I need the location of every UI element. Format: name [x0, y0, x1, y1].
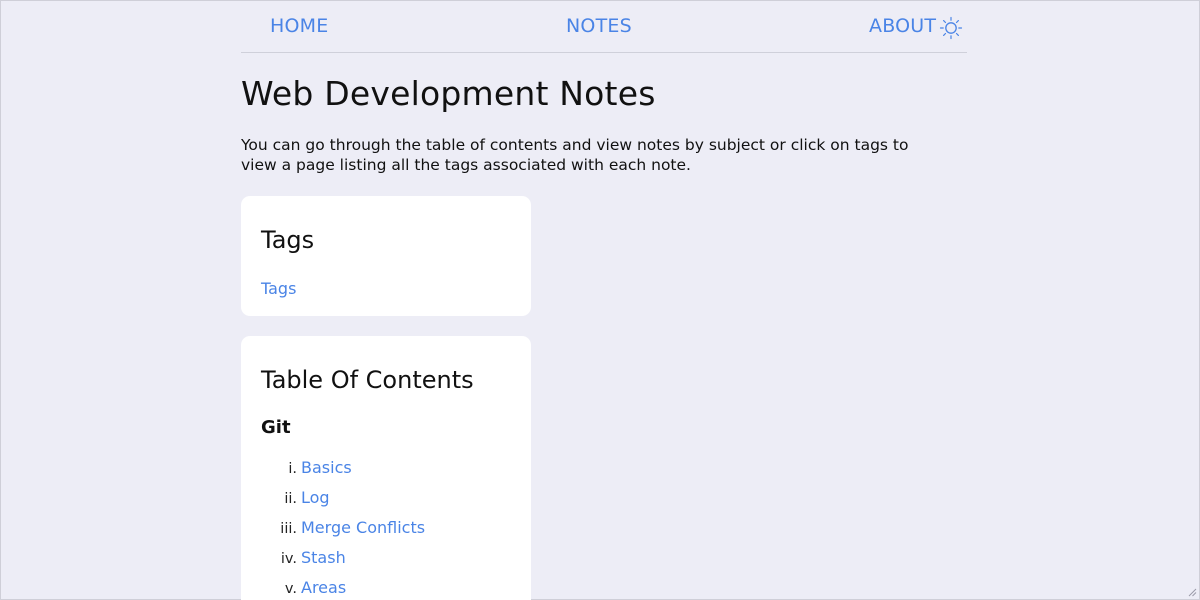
sun-icon[interactable]	[939, 16, 963, 40]
toc-card-title: Table Of Contents	[261, 366, 474, 394]
nav-about-link[interactable]: ABOUT	[869, 15, 936, 37]
toc-link-basics[interactable]: Basics	[301, 458, 352, 477]
tags-link[interactable]: Tags	[261, 279, 296, 298]
list-item: v. Areas	[261, 573, 511, 600]
tags-card-title: Tags	[261, 226, 315, 254]
top-navigation: HOME NOTES ABOUT	[241, 1, 967, 53]
list-item: iv. Stash	[261, 543, 511, 573]
list-number: iii.	[280, 521, 297, 537]
list-item: i. Basics	[261, 453, 511, 483]
table-of-contents-card: Table Of Contents Git i. Basics ii. Log ii…	[241, 336, 531, 600]
list-item: iii. Merge Conflicts	[261, 513, 511, 543]
toc-link-areas[interactable]: Areas	[301, 578, 346, 597]
toc-list: i. Basics ii. Log iii. Merge Conflicts iv. S…	[261, 453, 511, 600]
resize-handle-icon[interactable]	[1187, 587, 1197, 597]
page-intro-text: You can go through the table of contents…	[241, 136, 909, 174]
list-number: ii.	[284, 491, 297, 507]
list-number: iv.	[280, 551, 297, 567]
list-item: ii. Log	[261, 483, 511, 513]
nav-notes-link[interactable]: NOTES	[566, 15, 632, 37]
toc-link-merge-conflicts[interactable]: Merge Conflicts	[301, 518, 425, 537]
list-number: i.	[288, 461, 297, 477]
page-title: Web Development Notes	[241, 74, 656, 113]
nav-home-link[interactable]: HOME	[270, 15, 328, 37]
page-container: HOME NOTES ABOUT Web Development Notes Y…	[241, 1, 967, 600]
tags-card: Tags	[241, 196, 531, 316]
toc-link-log[interactable]: Log	[301, 488, 330, 507]
toc-link-stash[interactable]: Stash	[301, 548, 346, 567]
list-number: v.	[284, 581, 297, 597]
toc-section-title-git: Git	[261, 417, 291, 438]
